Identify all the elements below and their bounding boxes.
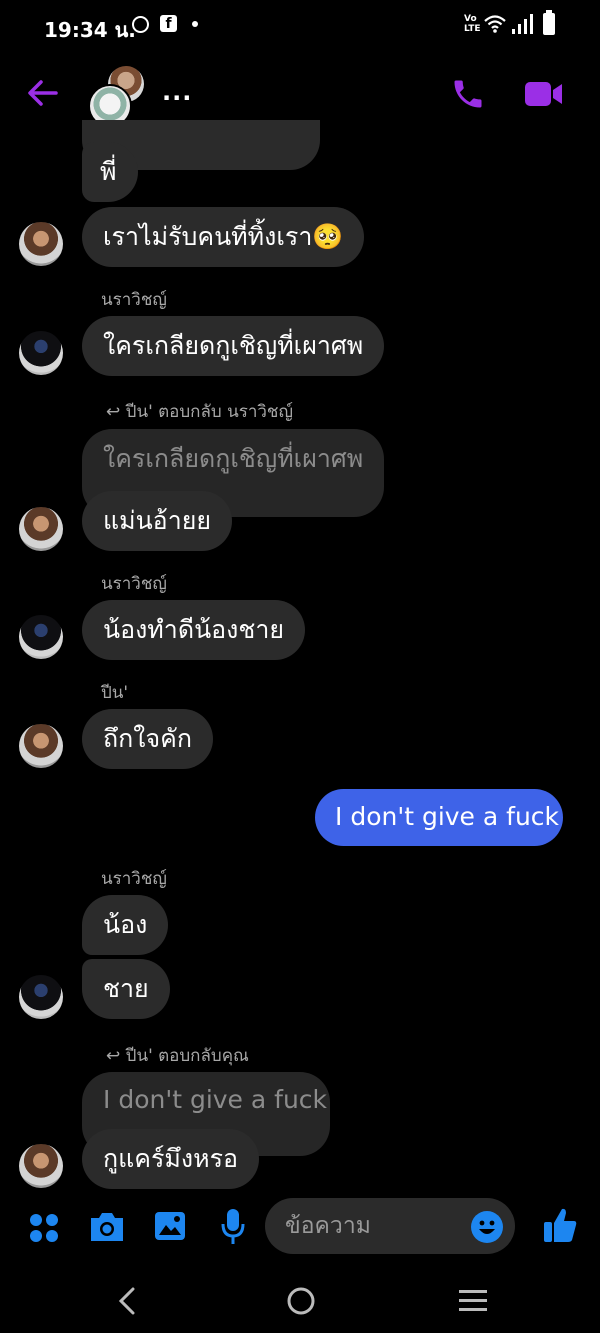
sender-name: นราวิชญ์ xyxy=(101,290,167,310)
wifi-icon xyxy=(484,15,506,33)
camera-icon[interactable] xyxy=(88,1210,126,1244)
message-bubble[interactable]: แม่นอ้ายย xyxy=(82,491,233,551)
message-composer xyxy=(0,1190,600,1270)
avatar[interactable] xyxy=(19,615,63,659)
message-bubble[interactable]: กูแคร์มึงหรอ xyxy=(82,1129,260,1189)
avatar[interactable] xyxy=(19,331,63,375)
sender-name: นราวิชญ์ xyxy=(101,869,167,889)
reply-label: ↩ ปีน' ตอบกลับ นราวิชญ์ xyxy=(106,402,293,422)
system-nav-bar xyxy=(0,1270,600,1333)
conversation-title[interactable]: ... xyxy=(162,78,192,106)
message-bubble[interactable]: น้อง xyxy=(82,895,169,955)
apps-grid-icon[interactable] xyxy=(28,1212,60,1244)
avatar[interactable] xyxy=(19,222,63,266)
nav-home-icon[interactable] xyxy=(286,1286,316,1316)
message-bubble[interactable]: เราไม่รับคนที่ทิ้งเรา🥺 xyxy=(82,207,365,267)
avatar[interactable] xyxy=(19,507,63,551)
volte-icon: Vo LTE xyxy=(464,14,481,34)
battery-icon xyxy=(543,10,555,35)
message-bubble[interactable]: พี่ xyxy=(82,142,138,202)
avatar[interactable] xyxy=(19,975,63,1019)
avatar[interactable] xyxy=(19,1144,63,1188)
like-thumb-icon[interactable] xyxy=(542,1206,578,1244)
emoji-icon[interactable] xyxy=(471,1211,503,1243)
reply-arrow-icon: ↩ xyxy=(106,402,121,422)
nav-back-icon[interactable] xyxy=(116,1286,138,1316)
avatar[interactable] xyxy=(19,724,63,768)
more-notifications-dot-icon xyxy=(192,21,198,27)
signal-icon xyxy=(512,14,533,34)
gallery-icon[interactable] xyxy=(153,1210,187,1242)
status-bar: 19:34 น. f Vo LTE xyxy=(0,0,600,52)
back-arrow-icon[interactable] xyxy=(26,78,60,108)
message-bubble[interactable]: ถึกใจคัก xyxy=(82,709,213,769)
microphone-icon[interactable] xyxy=(220,1208,246,1246)
phone-icon[interactable] xyxy=(450,76,486,112)
messenger-notification-icon xyxy=(132,16,149,33)
group-avatar[interactable] xyxy=(88,66,148,128)
reply-arrow-icon: ↩ xyxy=(106,1046,121,1066)
facebook-notification-icon: f xyxy=(160,15,177,32)
message-bubble[interactable]: น้องทำดีน้องชาย xyxy=(82,600,306,660)
status-time: 19:34 น. xyxy=(44,18,136,42)
nav-recents-icon[interactable] xyxy=(458,1288,488,1314)
message-bubble[interactable]: ชาย xyxy=(82,959,170,1019)
message-bubble[interactable]: ใครเกลียดกูเชิญที่เผาศพ xyxy=(82,316,385,376)
my-message-bubble[interactable]: I don't give a fuck xyxy=(315,789,563,846)
sender-name: นราวิชญ์ xyxy=(101,574,167,594)
video-call-icon[interactable] xyxy=(524,80,564,108)
reply-label: ↩ ปีน' ตอบกลับคุณ xyxy=(106,1046,249,1066)
sender-name: ปีน' xyxy=(101,683,129,703)
